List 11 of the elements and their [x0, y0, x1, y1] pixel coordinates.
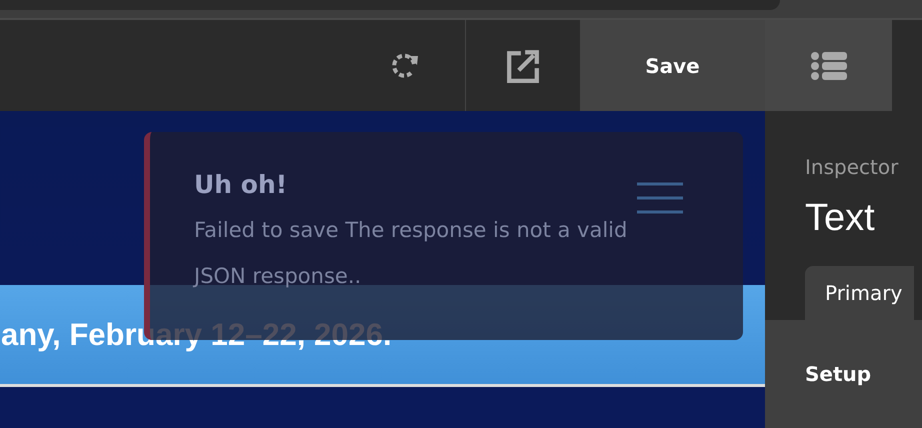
toast-title: Uh oh!: [194, 170, 288, 199]
tab[interactable]: Primary: [805, 266, 914, 320]
external-link-icon[interactable]: [506, 48, 540, 82]
list-icon: [810, 52, 846, 80]
save-button[interactable]: Save: [580, 20, 765, 111]
inspector-title: Text: [805, 197, 876, 240]
list-button[interactable]: [765, 20, 892, 111]
toast-message: Failed to save The response is not a valid JSON response..: [194, 217, 628, 290]
inspector-heading: Inspector: [805, 155, 900, 179]
section-title: Setup: [805, 362, 872, 386]
menu-icon[interactable]: [637, 182, 683, 214]
